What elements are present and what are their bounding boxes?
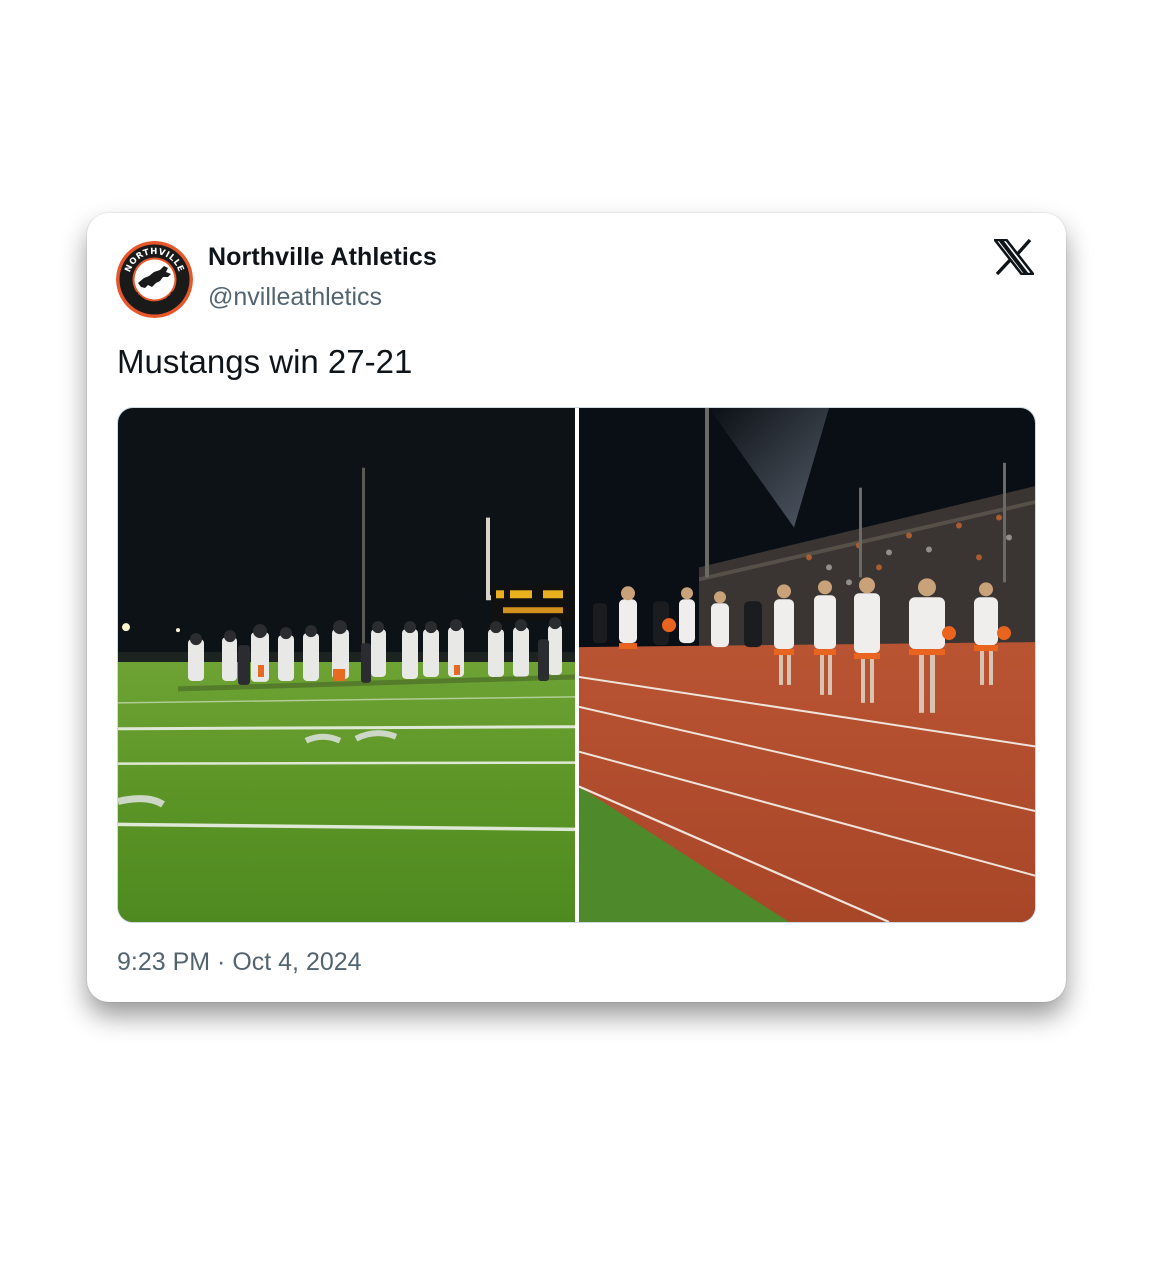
cheerleaders-track-photo[interactable] (579, 408, 1035, 922)
account-name[interactable]: Northville Athletics (208, 243, 437, 272)
football-field-photo[interactable] (118, 408, 575, 922)
account-handle[interactable]: @nvilleathletics (208, 283, 382, 312)
x-logo-icon[interactable] (992, 238, 1036, 276)
tweet-media[interactable] (117, 407, 1036, 923)
tweet-text: Mustangs win 27-21 (117, 343, 413, 380)
tweet-card[interactable]: NORTHVILLE ATHLETICS Northville Athletic… (87, 213, 1066, 1002)
tweet-timestamp[interactable]: 9:23 PM · Oct 4, 2024 (117, 948, 362, 977)
profile-avatar[interactable]: NORTHVILLE ATHLETICS (116, 241, 193, 318)
